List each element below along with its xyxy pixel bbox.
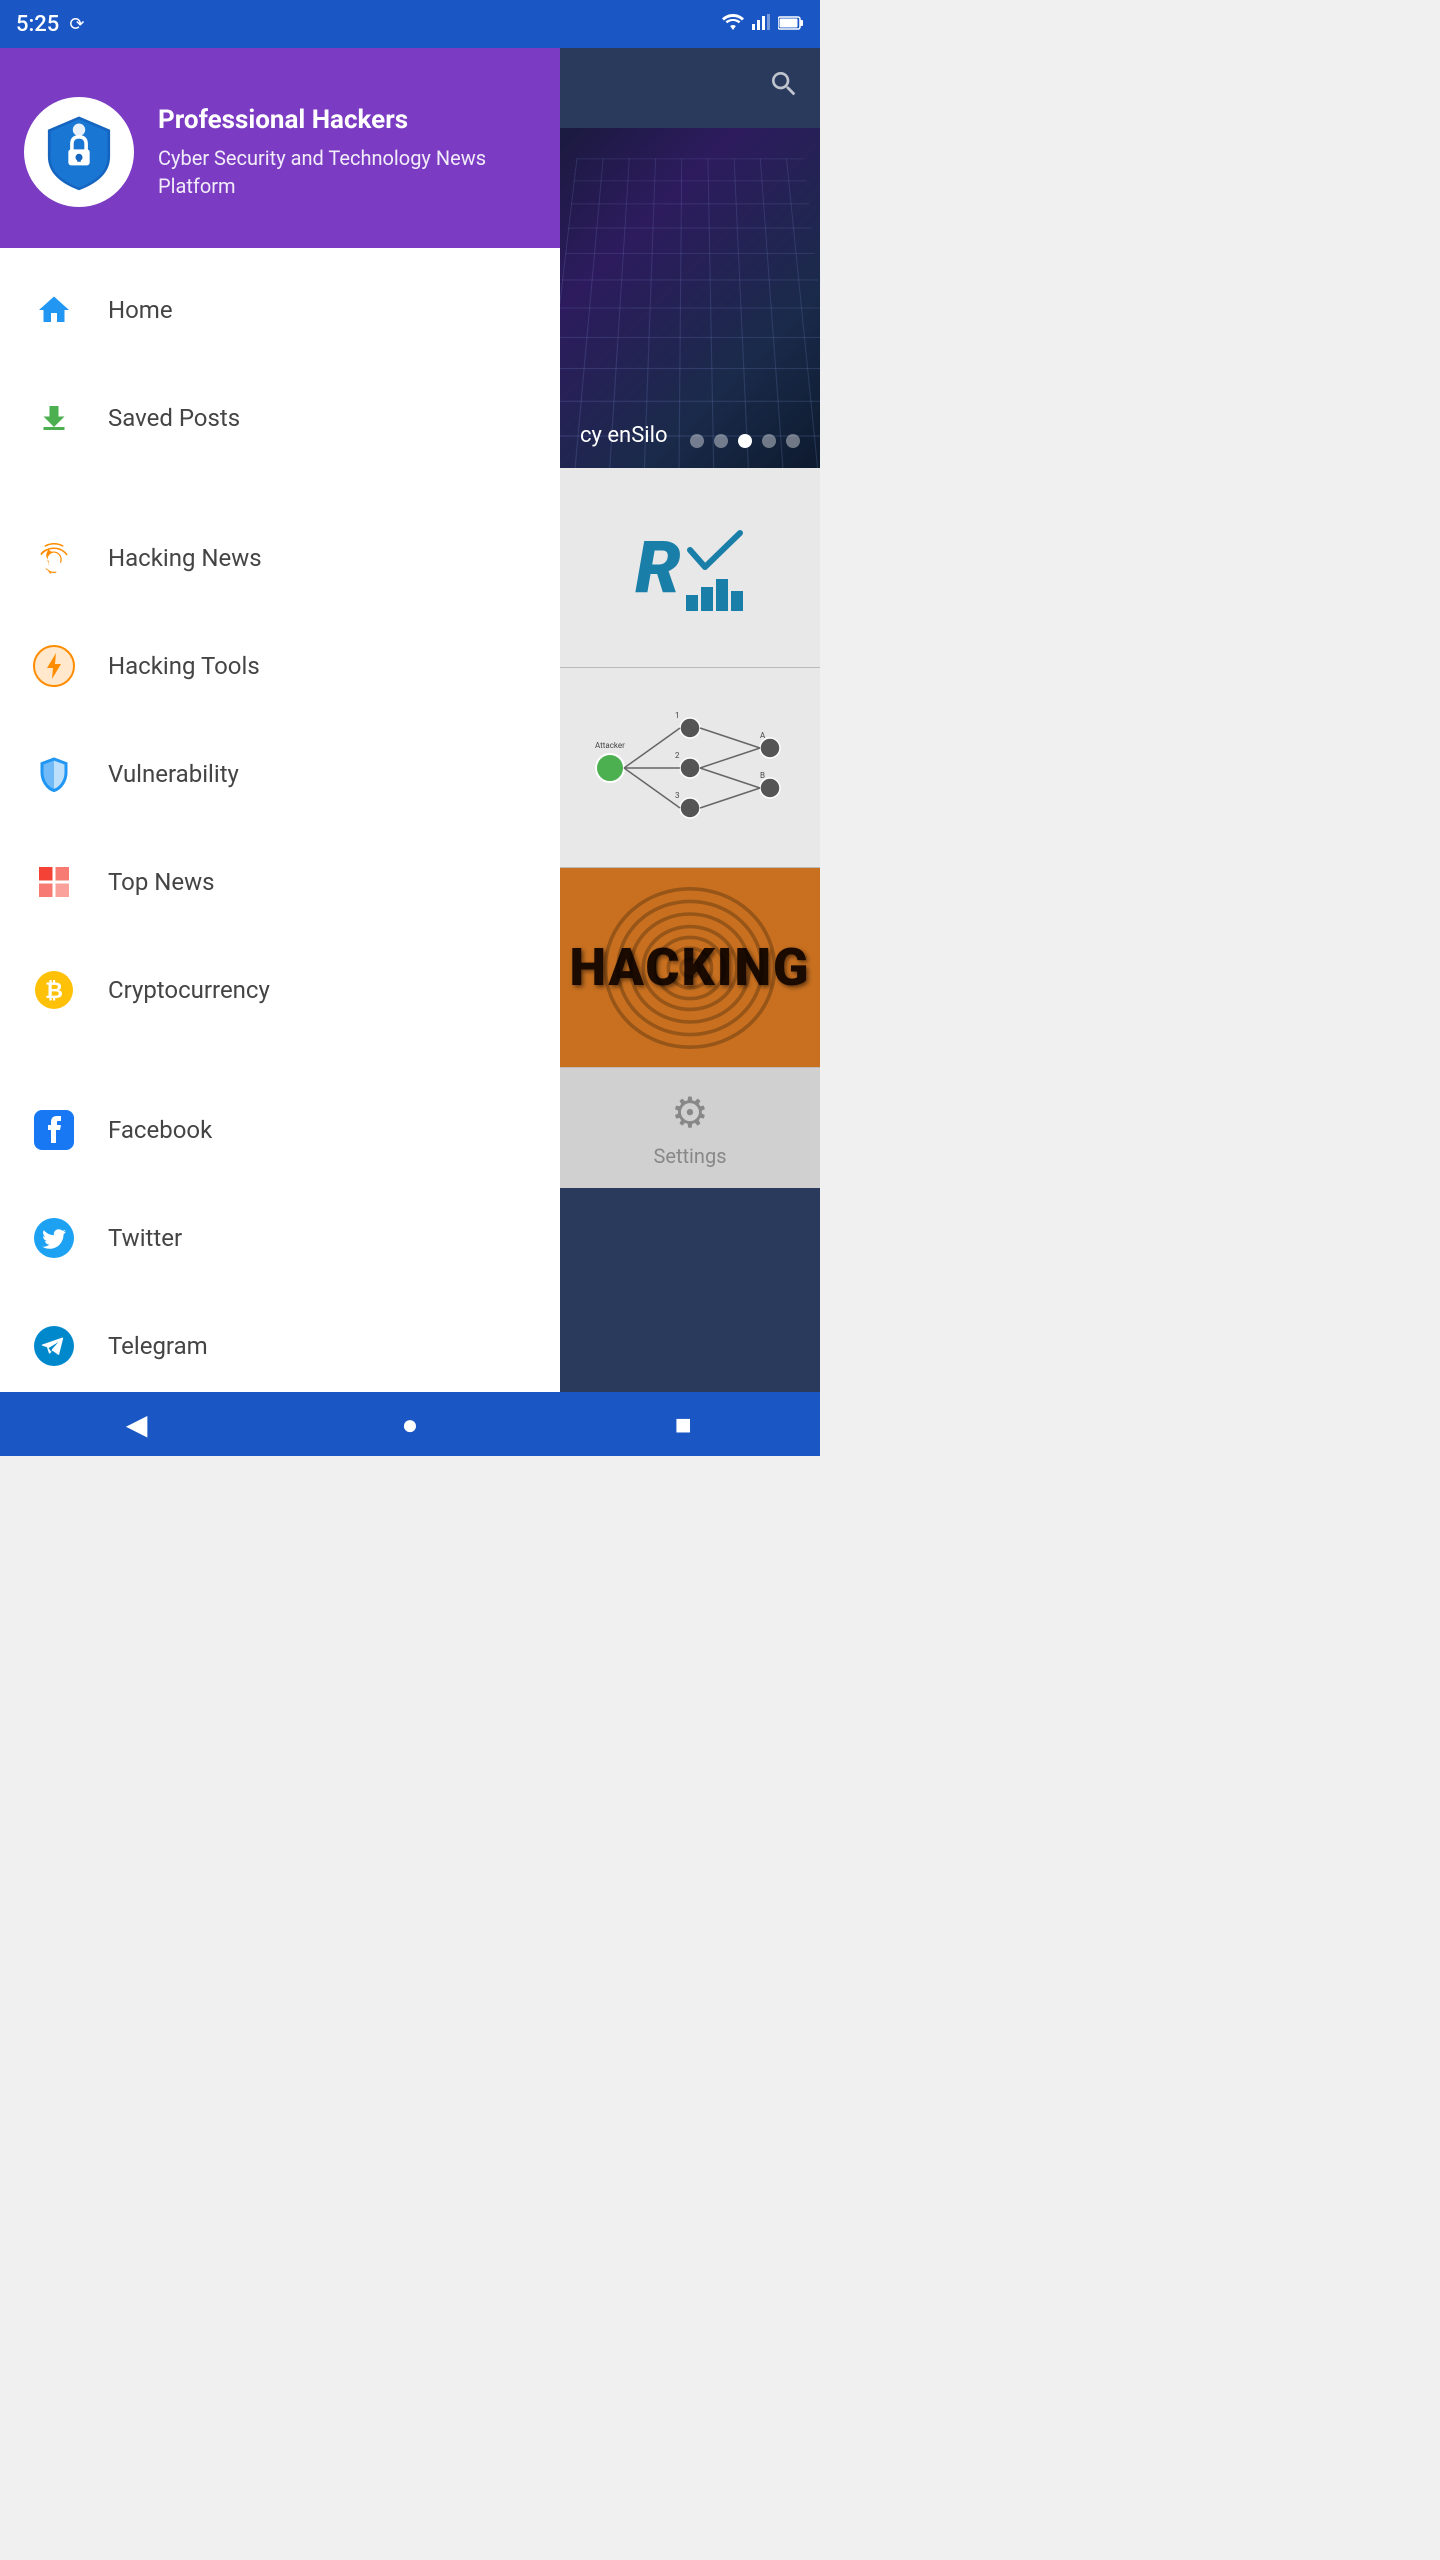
- rt-check-bar: [685, 525, 745, 611]
- svg-text:3: 3: [675, 791, 680, 800]
- facebook-label: Facebook: [108, 1116, 212, 1144]
- sidebar-item-telegram[interactable]: Telegram: [0, 1292, 560, 1392]
- dot-3: [762, 434, 776, 448]
- sidebar: Professional Hackers Cyber Security and …: [0, 48, 560, 1392]
- card-network[interactable]: Attacker 1 2 3 A B: [560, 668, 820, 868]
- download-icon: [28, 392, 80, 444]
- sidebar-item-twitter[interactable]: Twitter: [0, 1184, 560, 1292]
- wifi-icon: [722, 14, 744, 35]
- vulnerability-label: Vulnerability: [108, 760, 239, 788]
- sidebar-header: Professional Hackers Cyber Security and …: [0, 48, 560, 248]
- network-diagram: Attacker 1 2 3 A B: [570, 688, 810, 848]
- card-rt-logo[interactable]: R: [560, 468, 820, 668]
- status-bar-right: [722, 14, 804, 35]
- sidebar-item-home[interactable]: Home: [0, 256, 560, 364]
- nav-section-categories: Hacking News Hacking Tools: [0, 496, 560, 1052]
- rt-logo: R: [635, 525, 745, 611]
- search-button[interactable]: [768, 68, 800, 108]
- shield-icon: [28, 748, 80, 800]
- home-label: Home: [108, 296, 173, 324]
- svg-text:2: 2: [675, 751, 680, 760]
- cryptocurrency-label: Cryptocurrency: [108, 976, 270, 1004]
- facebook-icon: [28, 1104, 80, 1156]
- settings-area[interactable]: ⚙ Settings: [560, 1068, 820, 1188]
- app-subtitle: Cyber Security and Technology News Platf…: [158, 144, 536, 200]
- nav-section-main: Home Saved Posts: [0, 248, 560, 480]
- status-time: 5:25: [16, 12, 59, 37]
- dot-0: [690, 434, 704, 448]
- app-logo: [24, 97, 134, 207]
- dot-1: [714, 434, 728, 448]
- svg-text:₿: ₿: [45, 979, 63, 1004]
- twitter-label: Twitter: [108, 1224, 182, 1252]
- hacking-tools-label: Hacking Tools: [108, 652, 260, 680]
- svg-text:1: 1: [675, 711, 680, 720]
- content-header: [560, 48, 820, 128]
- saved-posts-label: Saved Posts: [108, 404, 240, 432]
- twitter-icon: [28, 1212, 80, 1264]
- sidebar-item-hacking-news[interactable]: Hacking News: [0, 504, 560, 612]
- dot-4: [786, 434, 800, 448]
- main-layout: Professional Hackers Cyber Security and …: [0, 48, 820, 1392]
- svg-text:Attacker: Attacker: [595, 741, 625, 750]
- fingerprint-icon: [28, 532, 80, 584]
- app-info: Professional Hackers Cyber Security and …: [158, 104, 536, 200]
- telegram-label: Telegram: [108, 1332, 208, 1360]
- hero-label: cy enSilo: [580, 423, 668, 448]
- sidebar-item-hacking-tools[interactable]: Hacking Tools: [0, 612, 560, 720]
- battery-icon: [778, 14, 804, 35]
- grid-icon: [28, 856, 80, 908]
- sidebar-item-vulnerability[interactable]: Vulnerability: [0, 720, 560, 828]
- recents-button[interactable]: ■: [653, 1394, 713, 1454]
- hacking-news-label: Hacking News: [108, 544, 262, 572]
- sidebar-item-top-news[interactable]: Top News: [0, 828, 560, 936]
- settings-gear-icon: ⚙: [671, 1088, 709, 1138]
- sidebar-item-cryptocurrency[interactable]: ₿ Cryptocurrency: [0, 936, 560, 1044]
- cards-area: R: [560, 468, 820, 1068]
- card-hacking[interactable]: HACKING: [560, 868, 820, 1068]
- rt-r-letter: R: [635, 532, 681, 604]
- bottom-nav-bar: ◀ ● ■: [0, 1392, 820, 1456]
- nav-section-social: Facebook Twitter Teleg: [0, 1068, 560, 1392]
- fingerprint-bg: [560, 868, 820, 1067]
- content-panel: cy enSilo R: [560, 48, 820, 1392]
- sync-icon: ⟳: [69, 14, 84, 35]
- rt-bar-chart: [686, 579, 743, 611]
- telegram-icon: [28, 1320, 80, 1372]
- hero-dots: [690, 434, 800, 448]
- hero-grid-bg: [560, 159, 820, 468]
- back-button[interactable]: ◀: [107, 1394, 167, 1454]
- lightning-icon: [28, 640, 80, 692]
- svg-text:A: A: [760, 731, 766, 740]
- status-bar-left: 5:25 ⟳: [16, 12, 84, 37]
- dot-2: [738, 434, 752, 448]
- sidebar-item-saved-posts[interactable]: Saved Posts: [0, 364, 560, 472]
- top-news-label: Top News: [108, 868, 215, 896]
- sidebar-item-facebook[interactable]: Facebook: [0, 1076, 560, 1184]
- settings-label: Settings: [653, 1144, 726, 1168]
- signal-icon: [752, 14, 770, 35]
- home-icon: [28, 284, 80, 336]
- status-bar: 5:25 ⟳: [0, 0, 820, 48]
- svg-text:B: B: [760, 771, 765, 780]
- hero-area: cy enSilo: [560, 128, 820, 468]
- app-title: Professional Hackers: [158, 104, 536, 138]
- bitcoin-icon: ₿: [28, 964, 80, 1016]
- home-button[interactable]: ●: [380, 1394, 440, 1454]
